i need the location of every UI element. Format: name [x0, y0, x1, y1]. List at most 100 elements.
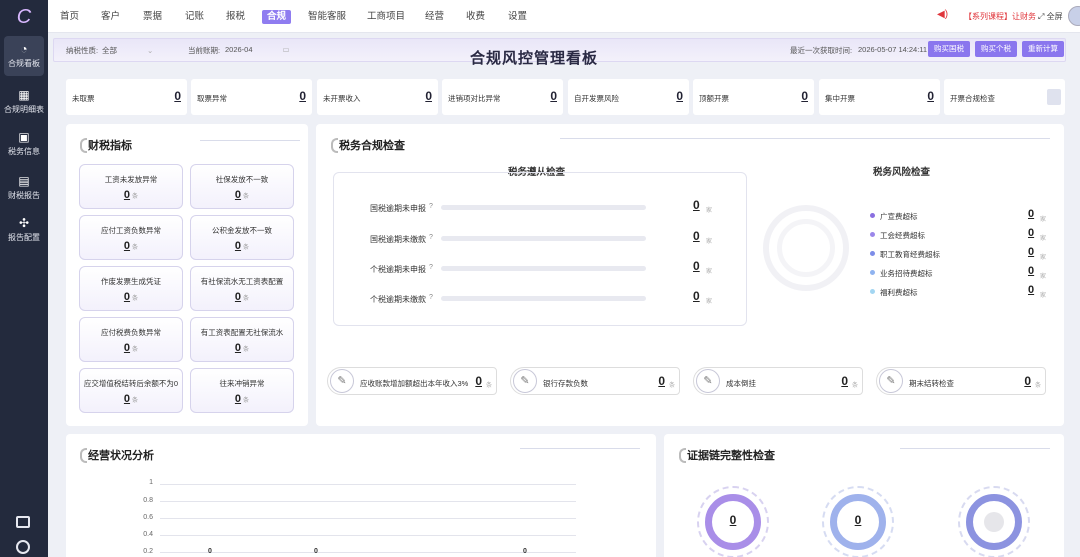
- speaker-icon[interactable]: ◀): [937, 9, 948, 20]
- sidebar-item-compliance-detail[interactable]: ▦ 合规明细表: [0, 82, 48, 122]
- y-tick: 1: [149, 479, 153, 486]
- help-icon: ?: [429, 294, 433, 301]
- page-title: 合规风控管理看板: [470, 50, 599, 67]
- evidence-ring-1-value: 0: [729, 513, 737, 527]
- check-card-receivable[interactable]: ✎ 应收账款增加额超出本年收入3% 0 条: [327, 367, 497, 395]
- finance-card-social-no-payroll[interactable]: 有社保流水无工资表配置 0 条: [190, 266, 294, 311]
- alert-card-cap-invoice[interactable]: 顶额开票 0: [693, 79, 814, 115]
- calendar-icon: ▦: [18, 88, 30, 102]
- finance-card-wage-negative[interactable]: 应付工资负数异常 0 条: [79, 215, 183, 260]
- data-label: 0: [523, 548, 527, 555]
- finance-card-offset-error[interactable]: 往来冲销异常 0 条: [190, 368, 294, 413]
- compliance-right-subtitle: 税务风险检查: [873, 167, 931, 178]
- help-icon: ?: [429, 203, 433, 210]
- monitor-icon: ▣: [18, 130, 30, 144]
- current-period-label: 当前账期:: [188, 46, 221, 55]
- grid-line: [160, 535, 576, 536]
- evidence-panel-title: 证据链完整性检查: [679, 447, 775, 463]
- app-logo: C: [16, 6, 32, 28]
- grid-line: [160, 552, 576, 553]
- alert-card-collection-error[interactable]: 取票异常 0: [191, 79, 312, 115]
- sidebar-item-compliance-board[interactable]: ◔ 合规看板: [4, 36, 44, 76]
- y-tick: 0.2: [143, 548, 153, 555]
- title-decoration: [900, 448, 1050, 456]
- check-card-cost-inversion[interactable]: ✎ 成本倒挂 0 条: [693, 367, 863, 395]
- alert-card-bulk-invoice[interactable]: 集中开票 0: [819, 79, 940, 115]
- alert-card-io-compare[interactable]: 进销项对比异常 0: [442, 79, 563, 115]
- sidebar-item-label: 税务信息: [8, 147, 40, 156]
- sidebar-item-label: 合规明细表: [4, 105, 44, 114]
- help-icon: ?: [429, 264, 433, 271]
- nav-compliance[interactable]: 合规: [262, 10, 292, 24]
- nav-customer[interactable]: 客户: [101, 10, 120, 24]
- finance-card-fund-mismatch[interactable]: 公积金发放不一致 0 条: [190, 215, 294, 260]
- left-sidebar: C ◔ 合规看板 ▦ 合规明细表 ▣ 税务信息 ▤ 财税报告 ✣ 报告配置: [0, 0, 48, 557]
- document-check-icon: ✎: [696, 369, 720, 393]
- alert-card-unbilled-income[interactable]: 未开票收入 0: [317, 79, 438, 115]
- nav-bookkeeping[interactable]: 记账: [185, 10, 204, 24]
- finance-card-tax-negative[interactable]: 应付税费负数异常 0 条: [79, 317, 183, 362]
- nav-operations[interactable]: 经营: [425, 10, 444, 24]
- document-check-icon: ✎: [513, 369, 537, 393]
- legend-dot: [870, 270, 875, 275]
- sidebar-item-report-config[interactable]: ✣ 报告配置: [0, 210, 48, 250]
- nav-smart-service[interactable]: 智能客服: [308, 10, 346, 24]
- finance-card-vat-balance[interactable]: 应交增值税结转后余额不为0 0 条: [79, 368, 183, 413]
- sidebar-item-finance-report[interactable]: ▤ 财税报告: [0, 168, 48, 208]
- taxpayer-type-label: 纳税性质:: [66, 46, 99, 55]
- config-icon: ✣: [18, 216, 30, 230]
- fullscreen-icon: ⤢: [1038, 12, 1047, 21]
- sidebar-item-tax-info[interactable]: ▣ 税务信息: [0, 124, 48, 164]
- evidence-ring-2-value: 0: [854, 513, 862, 527]
- nav-fees[interactable]: 收费: [466, 10, 485, 24]
- legend-dot: [870, 232, 875, 237]
- alert-card-invoice-compliance[interactable]: 开票合规检查: [944, 79, 1065, 115]
- course-link[interactable]: 【系列课程】让财务: [964, 11, 1036, 22]
- compliance-panel-title: 税务合规检查: [331, 137, 405, 153]
- finance-card-wage-unpaid[interactable]: 工资未发放异常 0 条: [79, 164, 183, 209]
- nav-business-registration[interactable]: 工商项目: [367, 10, 405, 24]
- check-card-period-close[interactable]: ✎ 期末结转检查 0 条: [876, 367, 1046, 395]
- current-period-picker[interactable]: 2026-04 ▭: [225, 45, 295, 54]
- calendar-small-icon: ▭: [282, 45, 290, 54]
- settings-round-icon[interactable]: [16, 540, 30, 554]
- operations-panel-title: 经营状况分析: [80, 447, 154, 463]
- finance-card-payroll-no-social[interactable]: 有工资表配置无社保流水 0 条: [190, 317, 294, 362]
- finance-card-void-voucher[interactable]: 作废发票生成凭证 0 条: [79, 266, 183, 311]
- check-card-bank-negative[interactable]: ✎ 银行存款负数 0 条: [510, 367, 680, 395]
- taxpayer-type-select[interactable]: 全部 ⌄: [102, 45, 162, 56]
- title-decoration: [200, 140, 300, 148]
- title-decoration: [560, 138, 1050, 146]
- nav-tax-filing[interactable]: 报税: [226, 10, 245, 24]
- alert-card-uncollected[interactable]: 未取票 0: [66, 79, 187, 115]
- grid-line: [160, 484, 576, 485]
- fullscreen-button[interactable]: ⤢ 全屏: [1038, 11, 1063, 22]
- legend-dot: [870, 251, 875, 256]
- dashboard-icon: ◔: [20, 42, 28, 56]
- help-icon: ?: [429, 234, 433, 241]
- legend-dot: [870, 289, 875, 294]
- loading-placeholder: [984, 512, 1004, 532]
- data-label: 0: [314, 548, 318, 555]
- loading-placeholder: [1047, 89, 1061, 105]
- nav-settings[interactable]: 设置: [508, 10, 527, 24]
- sidebar-item-label: 报告配置: [8, 233, 40, 242]
- grid-line: [160, 518, 576, 519]
- chevron-down-icon: ⌄: [147, 46, 154, 55]
- sidebar-item-label: 合规看板: [8, 59, 40, 68]
- y-tick: 0.4: [143, 531, 153, 538]
- data-label: 0: [208, 548, 212, 555]
- buy-personal-tax-button[interactable]: 购买个税: [975, 41, 1017, 57]
- last-fetch-time: 2026-05-07 14:24:11: [858, 45, 928, 54]
- document-check-icon: ✎: [879, 369, 903, 393]
- last-fetch-label: 最近一次获取时间:: [790, 46, 853, 55]
- buy-national-tax-button[interactable]: 购买国税: [928, 41, 970, 57]
- recalculate-button[interactable]: 重新计算: [1022, 41, 1064, 57]
- nav-bills[interactable]: 票据: [143, 10, 162, 24]
- report-icon: ▤: [18, 174, 30, 188]
- nav-home[interactable]: 首页: [60, 10, 79, 24]
- alert-card-self-invoice-risk[interactable]: 自开发票风险 0: [568, 79, 689, 115]
- download-monitor-icon[interactable]: [16, 516, 30, 528]
- finance-card-social-mismatch[interactable]: 社保发放不一致 0 条: [190, 164, 294, 209]
- risk-radar-inner: [777, 219, 835, 277]
